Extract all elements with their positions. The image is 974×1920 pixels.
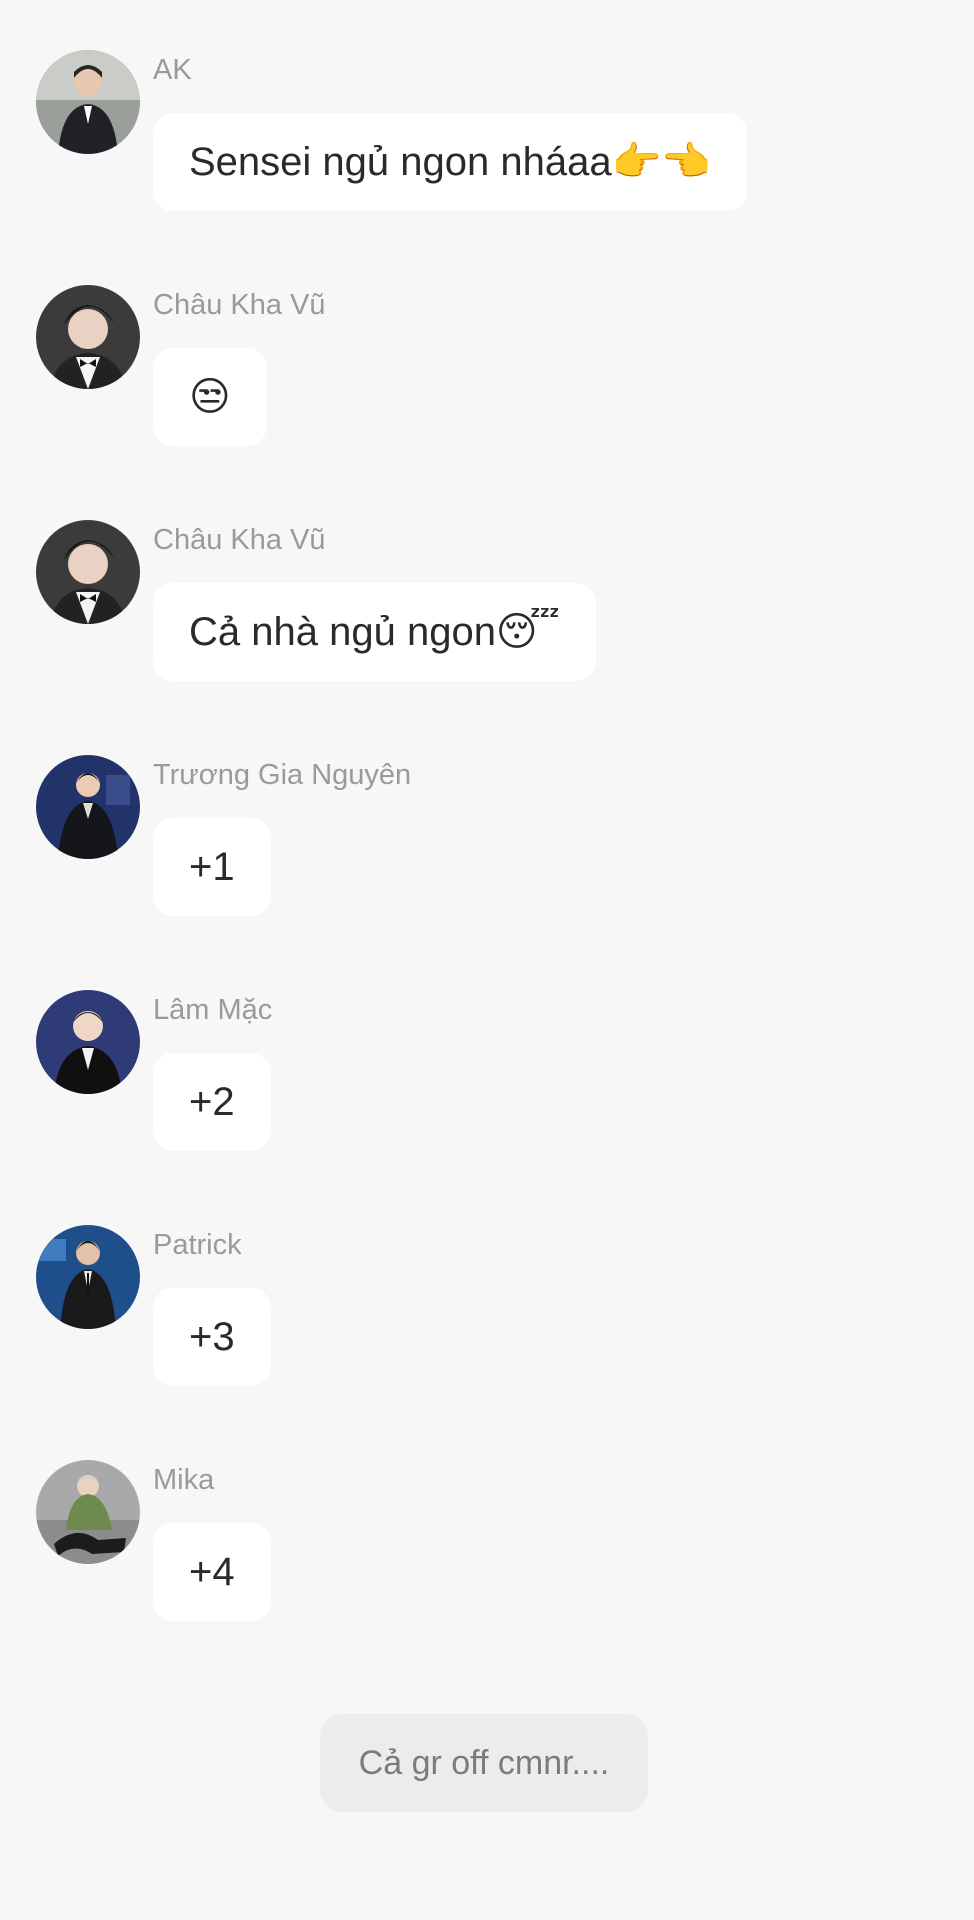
sender-name: Châu Kha Vũ — [153, 524, 326, 556]
avatar[interactable] — [36, 990, 140, 1094]
avatar[interactable] — [36, 755, 140, 859]
system-notice: Cả gr off cmnr.... — [320, 1714, 648, 1812]
avatar[interactable] — [36, 1460, 140, 1564]
person-avatar-icon — [36, 50, 140, 154]
sender-name: AK — [153, 54, 192, 86]
sender-name: Trương Gia Nguyên — [153, 759, 412, 791]
person-avatar-icon — [36, 285, 140, 389]
avatar[interactable] — [36, 520, 140, 624]
avatar[interactable] — [36, 1225, 140, 1329]
sender-name: Mika — [153, 1464, 215, 1496]
sender-name: Lâm Mặc — [153, 994, 273, 1026]
person-avatar-icon — [36, 1225, 140, 1329]
message-item: Lâm Mặc +2 — [0, 940, 974, 1151]
person-avatar-icon — [36, 990, 140, 1094]
message-bubble[interactable]: +3 — [153, 1288, 271, 1386]
message-bubble[interactable]: 😒 — [153, 348, 267, 446]
message-item: Trương Gia Nguyên +1 — [0, 705, 974, 916]
avatar[interactable] — [36, 285, 140, 389]
message-item: Châu Kha Vũ 😒 — [0, 235, 974, 446]
message-bubble[interactable]: +2 — [153, 1053, 271, 1151]
message-item: Châu Kha Vũ Cả nhà ngủ ngon😴 — [0, 470, 974, 681]
avatar[interactable] — [36, 50, 140, 154]
message-bubble[interactable]: +1 — [153, 818, 271, 916]
message-item: Mika +4 — [0, 1410, 974, 1621]
person-avatar-icon — [36, 1460, 140, 1564]
sender-name: Patrick — [153, 1229, 242, 1261]
message-bubble[interactable]: Sensei ngủ ngon nháaa👉👈 — [153, 113, 748, 211]
message-bubble[interactable]: +4 — [153, 1523, 271, 1621]
person-avatar-icon — [36, 755, 140, 859]
sender-name: Châu Kha Vũ — [153, 289, 326, 321]
message-item: Patrick +3 — [0, 1175, 974, 1386]
person-avatar-icon — [36, 520, 140, 624]
message-bubble[interactable]: Cả nhà ngủ ngon😴 — [153, 583, 597, 681]
message-item: AK Sensei ngủ ngon nháaa👉👈 — [0, 0, 974, 211]
